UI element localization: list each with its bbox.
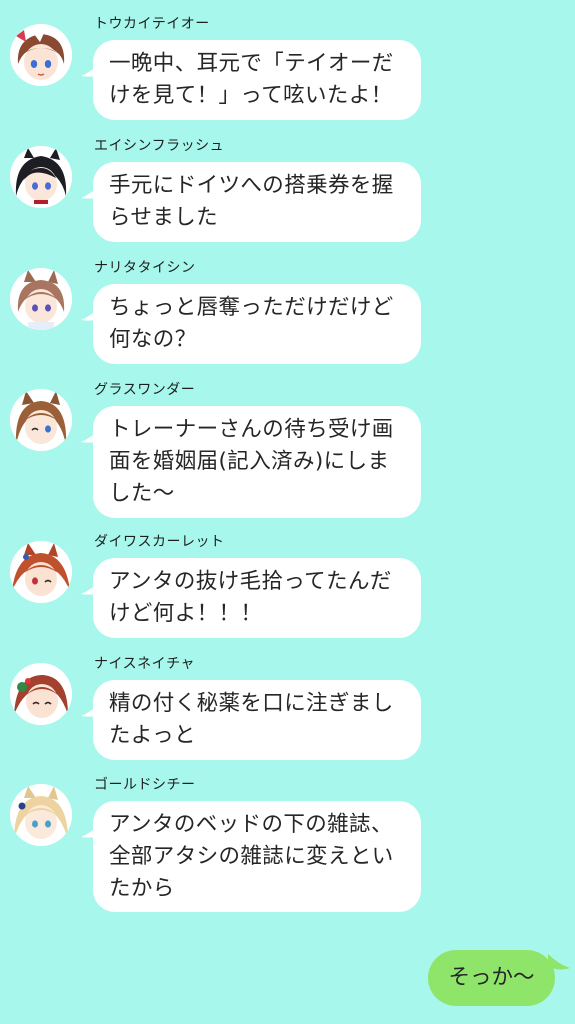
sender-name: ナイスネイチャ bbox=[94, 656, 195, 672]
message-line: 全部アタシの雑誌に変えとい bbox=[109, 844, 394, 869]
avatar[interactable] bbox=[10, 389, 72, 451]
message-line: たよっと bbox=[109, 723, 196, 748]
message-line: 精の付く秘薬を口に注ぎまし bbox=[109, 691, 394, 716]
reply-bubble[interactable]: そっか〜 bbox=[428, 950, 555, 1006]
message-line: けど何よ！！！ bbox=[109, 601, 263, 626]
message-line: 何なの？ bbox=[109, 327, 197, 352]
sender-name: トウカイテイオー bbox=[94, 16, 210, 32]
message-line: 一晩中、耳元で「テイオーだ bbox=[109, 51, 394, 76]
message-line: アンタのベッドの下の雑誌、 bbox=[109, 812, 393, 837]
message-line: ちょっと唇奪っただけだけど bbox=[109, 295, 394, 320]
message-bubble[interactable]: アンタのベッドの下の雑誌、 全部アタシの雑誌に変えとい たから bbox=[93, 801, 421, 912]
avatar[interactable] bbox=[10, 541, 72, 603]
message-line: らせました bbox=[109, 205, 219, 230]
message-line: たから bbox=[109, 876, 175, 901]
message-bubble[interactable]: 手元にドイツへの搭乗券を握 らせました bbox=[93, 162, 421, 242]
message-line: した〜 bbox=[109, 481, 175, 506]
message-bubble[interactable]: トレーナーさんの待ち受け画 面を婚姻届(記入済み)にしま した〜 bbox=[93, 406, 421, 518]
sender-name: グラスワンダー bbox=[94, 382, 196, 398]
message-line: 手元にドイツへの搭乗券を握 bbox=[109, 173, 394, 198]
sender-name: ダイワスカーレット bbox=[94, 534, 225, 550]
sender-name: エイシンフラッシュ bbox=[94, 138, 225, 154]
message-line: 面を婚姻届(記入済み)にしま bbox=[109, 449, 390, 474]
message-bubble[interactable]: ちょっと唇奪っただけだけど 何なの？ bbox=[93, 284, 421, 364]
sender-name: ナリタタイシン bbox=[94, 260, 196, 276]
sender-name: ゴールドシチー bbox=[94, 777, 196, 793]
message-bubble[interactable]: アンタの抜け毛拾ってたんだ けど何よ！！！ bbox=[93, 558, 421, 638]
message-line: アンタの抜け毛拾ってたんだ bbox=[109, 569, 392, 594]
message-line: トレーナーさんの待ち受け画 bbox=[109, 417, 394, 442]
avatar[interactable] bbox=[10, 24, 72, 86]
avatar[interactable] bbox=[10, 784, 72, 846]
avatar[interactable] bbox=[10, 146, 72, 208]
avatar[interactable] bbox=[10, 663, 72, 725]
message-bubble[interactable]: 精の付く秘薬を口に注ぎまし たよっと bbox=[93, 680, 421, 760]
message-line: けを見て！」って呟いたよ！ bbox=[109, 83, 393, 108]
avatar[interactable] bbox=[10, 268, 72, 330]
message-bubble[interactable]: 一晩中、耳元で「テイオーだ けを見て！」って呟いたよ！ bbox=[93, 40, 421, 120]
